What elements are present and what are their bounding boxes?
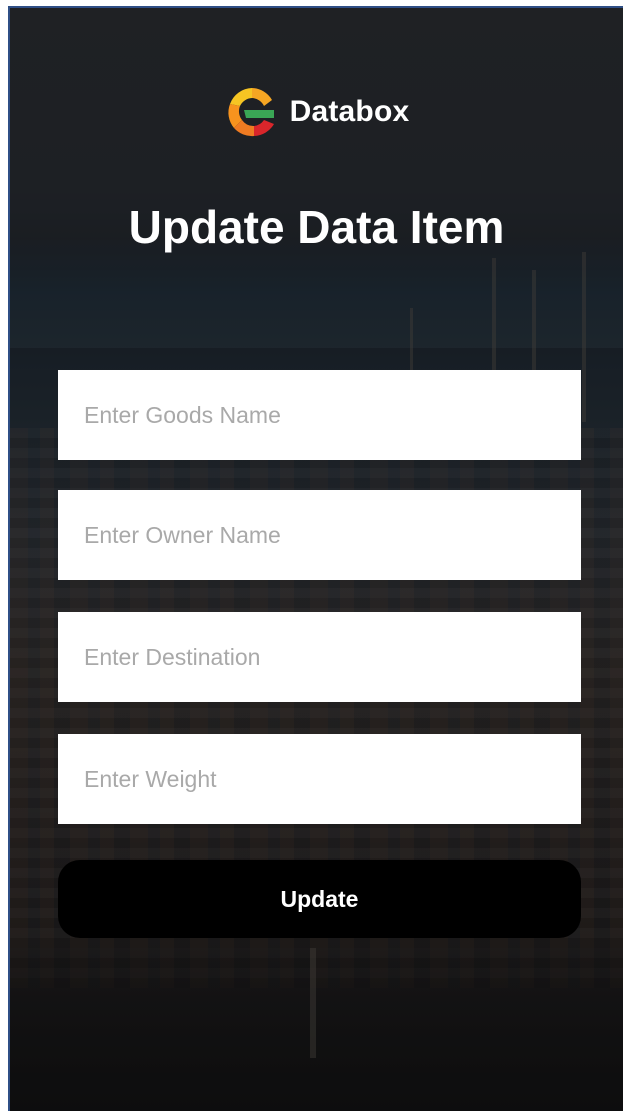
app-screen: Databox Update Data Item Update — [8, 6, 623, 1111]
page-title: Update Data Item — [128, 201, 505, 253]
destination-input[interactable] — [58, 612, 581, 702]
databox-logo-icon — [228, 88, 274, 137]
update-form-container: Databox Update Data Item Update — [10, 8, 623, 1111]
update-button[interactable]: Update — [58, 860, 581, 938]
brand-name: Databox — [289, 95, 410, 128]
goods-name-input[interactable] — [58, 370, 581, 460]
weight-input[interactable] — [58, 734, 581, 824]
owner-name-input[interactable] — [58, 490, 581, 580]
brand-logo: Databox — [10, 84, 623, 140]
